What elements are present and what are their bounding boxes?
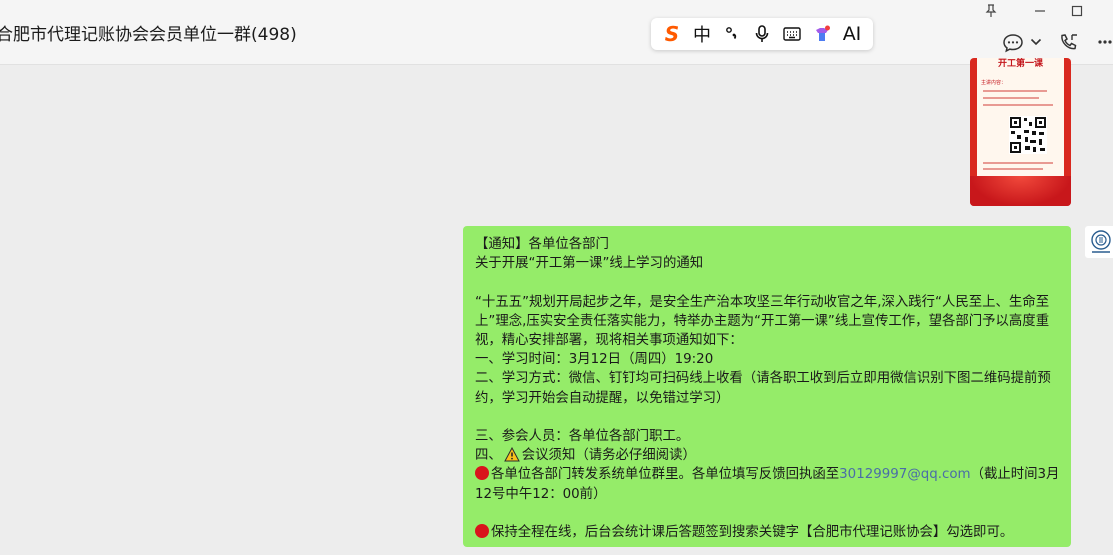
chevron-down-icon[interactable] xyxy=(1030,38,1042,46)
poster-section-label: 主讲内容： xyxy=(981,80,1007,86)
email-link[interactable]: 30129997@qq.com xyxy=(839,467,970,482)
chat-bubble-icon[interactable] xyxy=(1002,33,1024,53)
poster-title: 开工第一课 xyxy=(997,59,1043,69)
poster-text-line xyxy=(983,97,1039,99)
bullet-item: 保持全程在线，后台会统计课后答题签到搜索关键字【合肥市代理记账协会】勾选即可。 xyxy=(475,523,1061,542)
message-paragraph: 二、学习方式：微信、钉钉均可扫码线上收看（请各职工收到后立即用微信识别下图二维码… xyxy=(475,371,1051,406)
call-icon[interactable] xyxy=(1058,33,1080,53)
message-line: 【通知】各单位各部门 xyxy=(475,237,609,252)
meeting-notice-text: 会议须知（请务必仔细阅读） xyxy=(521,448,696,464)
message-line: 三、参会人员：各单位各部门职工。 xyxy=(475,428,690,444)
more-icon[interactable] xyxy=(1098,40,1112,44)
poster-text-line xyxy=(983,168,1043,170)
keyboard-icon[interactable] xyxy=(777,19,807,49)
poster-footer xyxy=(970,176,1071,206)
chat-header: 合肥市代理记账协会会员单位一群(498) S 中 AI xyxy=(0,0,1113,65)
sogou-logo-icon[interactable]: S xyxy=(657,19,687,49)
message-line xyxy=(475,408,1061,427)
meeting-prefix: 四、 xyxy=(475,448,502,464)
ime-mode-toggle[interactable]: 中 xyxy=(687,19,717,49)
message-bubble[interactable]: 【通知】各单位各部门 关于开展“开工第一课”线上学习的通知 “十五五”规划开局起… xyxy=(463,226,1071,547)
meeting-notice-line: 四、 会议须知（请务必仔细阅读） xyxy=(475,446,1061,465)
message-line xyxy=(475,504,1061,523)
ai-icon[interactable]: AI xyxy=(837,19,867,49)
bullet-item: 各单位各部门转发系统单位群里。各单位填写反馈回执函至30129997@qq.co… xyxy=(475,465,1061,503)
poster-paper: 开工第一课 主讲内容： xyxy=(977,58,1064,182)
image-message[interactable]: 开工第一课 主讲内容： xyxy=(970,58,1071,206)
minimize-icon[interactable] xyxy=(1031,2,1049,20)
message-paragraph: “十五五”规划开局起步之年，是安全生产治本攻坚三年行动收官之年,深入践行“人民至… xyxy=(475,294,1050,348)
pin-icon[interactable] xyxy=(982,2,1000,20)
punctuation-icon[interactable] xyxy=(717,19,747,49)
bullet-text: 各单位各部门转发系统单位群里。各单位填写反馈回执函至 xyxy=(491,467,840,483)
bullet-text: 保持全程在线，后台会统计课后答题签到搜索关键字【合肥市代理记账协会】勾选即可。 xyxy=(491,524,1014,540)
message-line: 一、学习时间：3月12日（周四）19:20 xyxy=(475,352,714,368)
maximize-icon[interactable] xyxy=(1068,2,1086,20)
qr-code-icon xyxy=(1009,116,1047,154)
red-circle-icon xyxy=(475,523,489,538)
poster-text-line xyxy=(983,90,1047,92)
ime-toolbar: S 中 AI xyxy=(651,18,873,50)
message-line: 关于开展“开工第一课”线上学习的通知 xyxy=(475,256,704,272)
sender-avatar[interactable] xyxy=(1085,226,1113,258)
skin-icon[interactable] xyxy=(807,19,837,49)
red-circle-icon xyxy=(475,466,489,481)
poster-text-line xyxy=(983,104,1053,106)
message-line xyxy=(475,273,1061,292)
microphone-icon[interactable] xyxy=(747,19,777,49)
poster-text-line xyxy=(983,162,1053,164)
chat-title: 合肥市代理记账协会会员单位一群(498) xyxy=(0,25,297,45)
